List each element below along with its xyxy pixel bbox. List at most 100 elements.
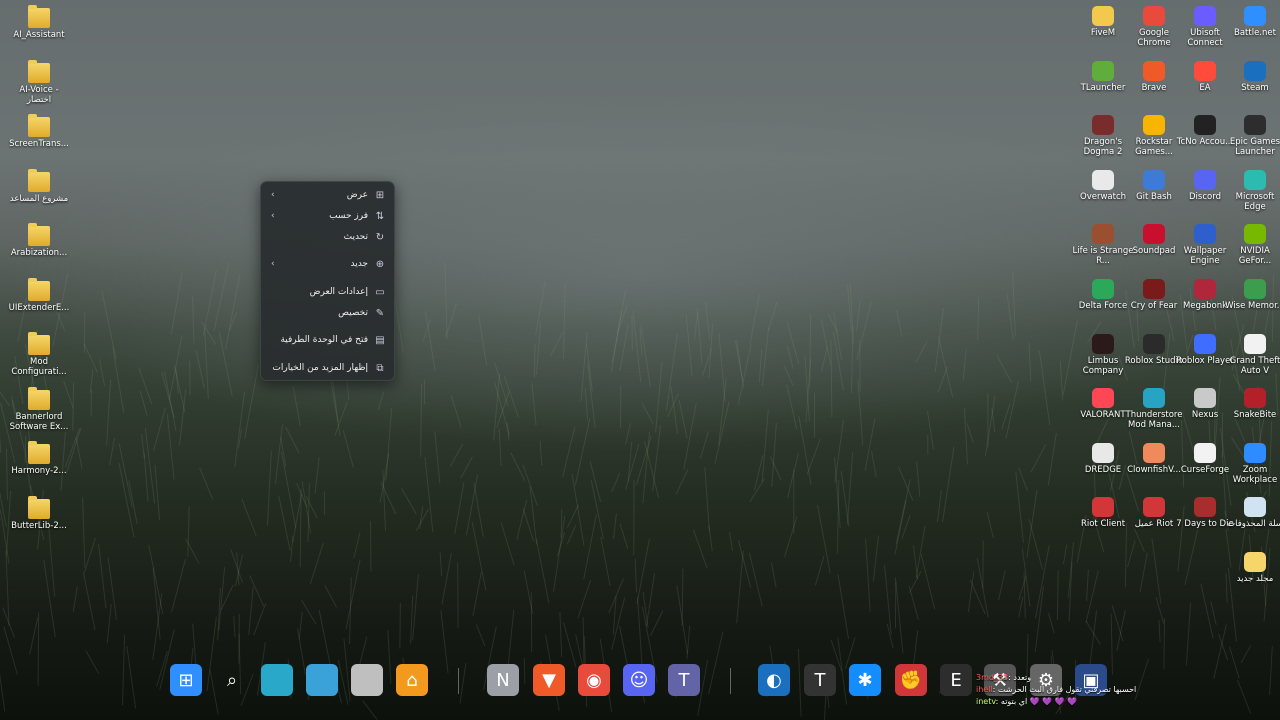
context-menu-label: تحديث (343, 232, 368, 242)
folder-icon (28, 114, 50, 137)
taskbar-discord-icon[interactable]: ☺ (623, 664, 655, 696)
chevron-left-icon: ‹ (271, 259, 275, 269)
chevron-left-icon: ‹ (271, 211, 275, 221)
taskbar-teams-icon[interactable]: T (668, 664, 700, 696)
app-icon (1194, 333, 1216, 354)
taskbar-explorer-window-icon[interactable] (306, 664, 338, 696)
desktop-icon-label: Battle.net (1234, 28, 1276, 38)
folder-icon (28, 168, 50, 192)
desktop-icon-right[interactable]: Battle.net (1224, 6, 1280, 38)
context-menu-label: عرض (346, 190, 368, 200)
app-icon (1244, 388, 1266, 409)
desktop-icon-left[interactable]: ScreenTrans... (8, 114, 70, 149)
refresh-icon: ↻ (375, 231, 385, 243)
display-icon: ▭ (375, 286, 385, 298)
desktop-icon-right[interactable]: Steam (1224, 60, 1280, 93)
app-icon (1194, 388, 1216, 409)
sort-icon: ⇅ (375, 210, 385, 222)
taskbar-task-view-icon[interactable] (261, 664, 293, 696)
desktop-icon-left[interactable]: AI_Assistant (8, 5, 70, 40)
chat-message: 3md_33: وتعدد (976, 672, 1176, 684)
desktop-icon-left[interactable]: UIExtenderE... (8, 277, 70, 313)
more-options-icon: ⧉ (376, 362, 384, 374)
terminal-icon: ▤ (375, 334, 385, 346)
app-icon (1092, 333, 1114, 354)
app-icon (1092, 6, 1114, 26)
desktop-icon-left[interactable]: AI-Voice - اختصار (8, 59, 70, 105)
app-icon (1194, 169, 1216, 190)
context-menu-item[interactable]: تخصيص ✎ (265, 303, 390, 323)
context-menu-item[interactable]: فتح في الوحدة الطرفية ▤ (265, 330, 390, 350)
chat-text: : احسبها تصرفني تقول فارق البث الحرشت (992, 685, 1137, 694)
app-icon (1244, 169, 1266, 190)
desktop-icon-right[interactable]: Epic Games Launcher (1224, 115, 1280, 157)
chat-message: ihell: احسبها تصرفني تقول فارق البث الحر… (976, 684, 1176, 696)
context-menu-label: تخصيص (338, 308, 368, 318)
desktop-icon-right[interactable]: SnakeBite (1224, 388, 1280, 420)
desktop-icon-right[interactable]: Grand Theft Auto V (1224, 333, 1280, 376)
folder-icon (28, 277, 50, 301)
desktop-icon-right[interactable]: Zoom Workplace (1224, 442, 1280, 485)
desktop-icon-right[interactable]: Microsoft Edge (1224, 169, 1280, 212)
taskbar-chrome-icon[interactable]: ◉ (578, 664, 610, 696)
desktop-icon-left[interactable]: Arabization... (8, 223, 70, 258)
app-icon (1194, 442, 1216, 463)
folder-icon (28, 495, 50, 519)
taskbar-start-icon[interactable]: ⊞ (170, 664, 202, 696)
app-icon (1244, 6, 1266, 26)
taskbar-battlenet-icon[interactable]: ✱ (849, 664, 881, 696)
app-icon (1092, 388, 1114, 409)
taskbar-steam-icon[interactable]: ◐ (758, 664, 790, 696)
desktop-icon-right[interactable]: سلة المحذوفات (1224, 497, 1280, 529)
context-menu-item[interactable]: ‹ جديد ⊕ (265, 254, 390, 274)
app-icon (1092, 442, 1114, 463)
chat-username: 3md_33 (976, 673, 1009, 682)
desktop-icon-label: Mod Configurati... (11, 357, 67, 377)
context-menu-label: إعدادات العرض (309, 287, 368, 297)
context-menu-item[interactable]: تحديث ↻ (265, 227, 390, 247)
grid-icon: ⊞ (375, 189, 385, 201)
taskbar-search-icon[interactable]: ⌕ (216, 664, 248, 696)
taskbar-epic-icon[interactable]: E (940, 664, 972, 696)
taskbar-nexus-icon[interactable]: N (487, 664, 519, 696)
new-icon: ⊕ (375, 258, 385, 270)
app-icon (1244, 115, 1266, 136)
taskbar-capsule-icon[interactable] (351, 664, 383, 696)
app-icon (1244, 60, 1266, 81)
app-icon (1143, 60, 1165, 81)
app-icon (1143, 497, 1165, 518)
desktop-icon-label: مجلد جديد (1236, 574, 1274, 584)
desktop-icon-left[interactable]: Bannerlord Software Ex... (8, 386, 70, 432)
taskbar-brave-icon[interactable]: ▼ (533, 664, 565, 696)
desktop-icon-left[interactable]: مشروع المساعد (8, 168, 70, 204)
desktop-icon-label: Harmony-2... (11, 466, 67, 476)
context-menu-item[interactable]: ‹ فرز حسب ⇅ (265, 206, 390, 226)
context-menu-item[interactable]: ‹ عرض ⊞ (265, 185, 390, 205)
app-icon (1244, 552, 1266, 572)
app-icon (1244, 333, 1266, 354)
desktop-icon-right[interactable]: مجلد جديد (1224, 552, 1280, 584)
desktop-icon-left[interactable]: Mod Configurati... (8, 332, 70, 377)
taskbar-home-icon[interactable]: ⌂ (396, 664, 428, 696)
context-menu-item[interactable]: إعدادات العرض ▭ (265, 282, 390, 302)
context-menu-item[interactable]: إظهار المزيد من الخيارات ⧉ (265, 358, 390, 378)
desktop-icon-label: Epic Games Launcher (1229, 137, 1280, 158)
desktop-icon-left[interactable]: ButterLib-2... (8, 495, 70, 531)
context-menu-label: فتح في الوحدة الطرفية (280, 335, 368, 345)
app-icon (1194, 6, 1216, 26)
desktop-icon-right[interactable]: Wise Memor... (1224, 279, 1280, 311)
app-icon (1194, 497, 1216, 518)
desktop-icon-label: ScreenTrans... (9, 139, 69, 149)
desktop-icon-label: Microsoft Edge (1235, 191, 1275, 212)
app-icon (1194, 224, 1216, 245)
app-icon (1244, 279, 1266, 299)
stream-chat-overlay: 3md_33: وتعدد ihell: احسبها تصرفني تقول ف… (976, 672, 1176, 708)
taskbar-tcno-icon[interactable]: T (804, 664, 836, 696)
desktop-icon-label: Bannerlord Software Ex... (9, 411, 69, 432)
taskbar-riot-icon[interactable]: ✊ (895, 664, 927, 696)
app-icon (1143, 6, 1165, 26)
desktop-icon-right[interactable]: NVIDIA GeFor... (1224, 224, 1280, 266)
desktop-icon-label: AI-Voice - اختصار (19, 84, 59, 105)
app-icon (1194, 60, 1216, 81)
desktop-icon-left[interactable]: Harmony-2... (8, 441, 70, 476)
